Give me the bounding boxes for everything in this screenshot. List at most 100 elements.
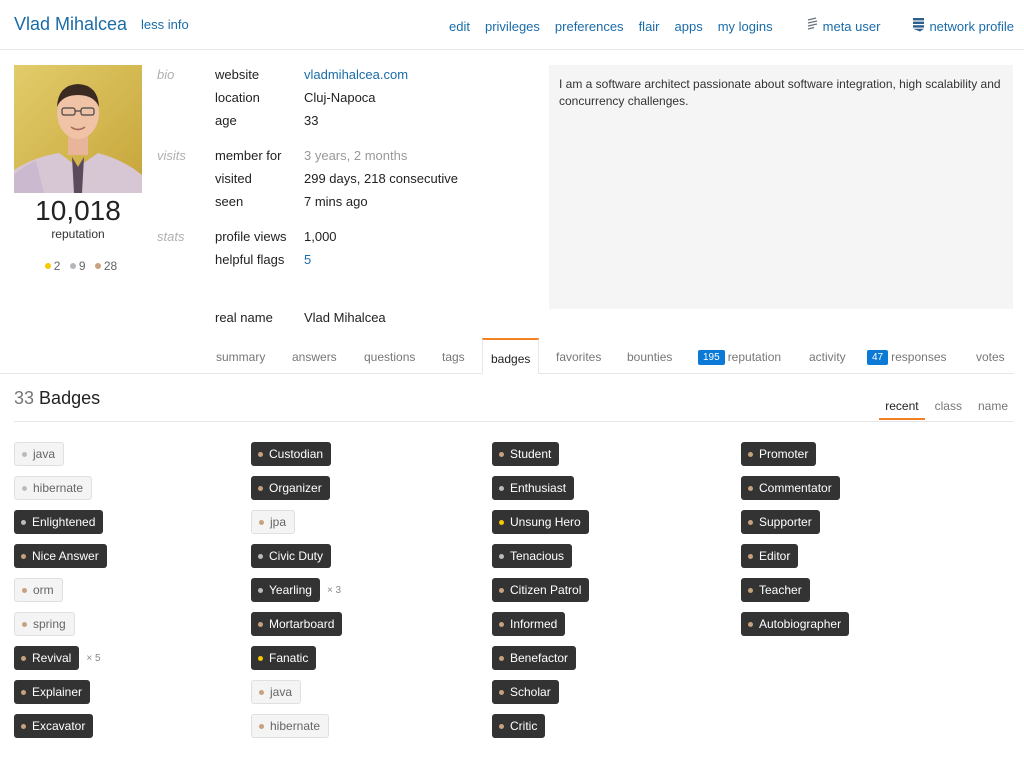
- badge[interactable]: Student: [492, 442, 560, 466]
- gold-badge-icon: [258, 655, 263, 661]
- about-me-text: I am a software architect passionate abo…: [559, 77, 1001, 108]
- badge[interactable]: Yearling: [251, 578, 320, 602]
- badge-counts[interactable]: 2 9 28: [14, 259, 142, 273]
- tab-badges[interactable]: badges: [482, 338, 540, 374]
- preferences-link[interactable]: preferences: [555, 17, 624, 35]
- badge-label: Informed: [510, 617, 558, 631]
- meta-user-link[interactable]: meta user: [806, 17, 881, 35]
- tab-favorites[interactable]: favorites: [556, 338, 601, 374]
- badge[interactable]: hibernate: [251, 714, 330, 738]
- badge[interactable]: Informed: [492, 612, 566, 636]
- tab-activity[interactable]: activity: [809, 338, 846, 374]
- badge[interactable]: Revival: [14, 646, 80, 670]
- badge-label: Nice Answer: [32, 549, 99, 563]
- age-label: age: [215, 113, 237, 128]
- badge[interactable]: Tenacious: [492, 544, 573, 568]
- less-info-link[interactable]: less info: [141, 17, 189, 32]
- gold-badge-icon: [44, 263, 51, 270]
- badge[interactable]: jpa: [251, 510, 296, 534]
- badge-label: Citizen Patrol: [510, 583, 582, 597]
- badge[interactable]: Unsung Hero: [492, 510, 589, 534]
- badge[interactable]: Editor: [741, 544, 799, 568]
- badge[interactable]: spring: [14, 612, 75, 636]
- badge[interactable]: Citizen Patrol: [492, 578, 590, 602]
- avatar[interactable]: [14, 65, 142, 193]
- apps-link-label: apps: [674, 18, 703, 34]
- privileges-link[interactable]: privileges: [485, 17, 540, 35]
- badge[interactable]: Excavator: [14, 714, 94, 738]
- sort-recent[interactable]: recent: [879, 399, 925, 420]
- badge[interactable]: Mortarboard: [251, 612, 343, 636]
- silver-count: 9: [78, 259, 86, 273]
- tab-summary[interactable]: summary: [216, 338, 265, 374]
- badge-sort-options: recent class name: [875, 399, 1014, 420]
- badge-label: Civic Duty: [269, 549, 324, 563]
- helpful-flags-value[interactable]: 5: [304, 252, 311, 267]
- location-label: location: [215, 90, 260, 105]
- apps-link[interactable]: apps: [675, 17, 703, 35]
- badge[interactable]: Nice Answer: [14, 544, 107, 568]
- edit-link[interactable]: edit: [449, 17, 470, 35]
- tab-answers[interactable]: answers: [292, 338, 337, 374]
- tab-reputation[interactable]: 195 reputation: [698, 338, 781, 374]
- badge[interactable]: Teacher: [741, 578, 810, 602]
- sort-class[interactable]: class: [929, 399, 968, 420]
- edit-link-label: edit: [449, 18, 470, 34]
- badge[interactable]: Custodian: [251, 442, 332, 466]
- bronze-badge-icon: [748, 553, 753, 559]
- badge[interactable]: Critic: [492, 714, 546, 738]
- badge[interactable]: java: [14, 442, 65, 466]
- badge[interactable]: Benefactor: [492, 646, 577, 670]
- tab-tags[interactable]: tags: [442, 338, 465, 374]
- badge[interactable]: Autobiographer: [741, 612, 850, 636]
- badge-label: Enthusiast: [510, 481, 567, 495]
- flair-link[interactable]: flair: [639, 17, 660, 35]
- tab-votes[interactable]: votes: [976, 338, 1005, 374]
- badge[interactable]: Scholar: [492, 680, 559, 704]
- badge[interactable]: Enlightened: [14, 510, 104, 534]
- user-name[interactable]: Vlad Mihalcea: [14, 14, 127, 35]
- seen-label: seen: [215, 194, 244, 209]
- badge-item: orm: [14, 578, 107, 602]
- sort-name[interactable]: name: [972, 399, 1014, 420]
- badge[interactable]: Promoter: [741, 442, 817, 466]
- badge[interactable]: Supporter: [741, 510, 820, 534]
- bronze-badge-icon: [499, 451, 504, 457]
- meta-user-label: meta user: [822, 18, 881, 34]
- tab-questions[interactable]: questions: [364, 338, 415, 374]
- profile-actions: edit privileges preferences flair apps m…: [434, 17, 1014, 35]
- flair-link-label: flair: [638, 18, 660, 34]
- bronze-badge-icon: [94, 263, 101, 270]
- badge-item: Organizer: [251, 476, 342, 500]
- member-for-value: 3 years, 2 months: [304, 148, 408, 163]
- badge-item: Mortarboard: [251, 612, 343, 636]
- badge[interactable]: hibernate: [14, 476, 93, 500]
- website-link[interactable]: vladmihalcea.com: [304, 67, 408, 82]
- profile-views-value: 1,000: [304, 229, 337, 244]
- badge[interactable]: Explainer: [14, 680, 91, 704]
- badge-column-3: Student Enthusiast Unsung Hero Tenacious Cit…: [492, 442, 590, 748]
- badge[interactable]: Commentator: [741, 476, 840, 500]
- badge[interactable]: Civic Duty: [251, 544, 332, 568]
- preferences-link-label: preferences: [554, 18, 624, 34]
- silver-badge-icon: [258, 587, 263, 593]
- network-profile-link[interactable]: network profile: [912, 17, 1014, 35]
- my-logins-link[interactable]: my logins: [718, 17, 773, 35]
- badge[interactable]: Enthusiast: [492, 476, 575, 500]
- badge[interactable]: Organizer: [251, 476, 330, 500]
- badge[interactable]: orm: [14, 578, 63, 602]
- network-icon: [912, 17, 925, 35]
- badge-item: java: [251, 680, 342, 704]
- tab-responses[interactable]: 47 responses: [867, 338, 947, 374]
- top-bar: Vlad Mihalcea less info edit privileges …: [0, 0, 1024, 50]
- badge-label: Promoter: [759, 447, 809, 461]
- age-value: 33: [304, 113, 319, 128]
- bronze-count: 28: [103, 259, 118, 273]
- badges-heading: 33 Badges: [14, 388, 100, 409]
- tab-bounties[interactable]: bounties: [627, 338, 672, 374]
- badge-label: Excavator: [32, 719, 86, 733]
- badge[interactable]: Fanatic: [251, 646, 317, 670]
- badge[interactable]: java: [251, 680, 302, 704]
- badge-label: Custodian: [269, 447, 324, 461]
- reputation-value[interactable]: 10,018: [14, 195, 142, 227]
